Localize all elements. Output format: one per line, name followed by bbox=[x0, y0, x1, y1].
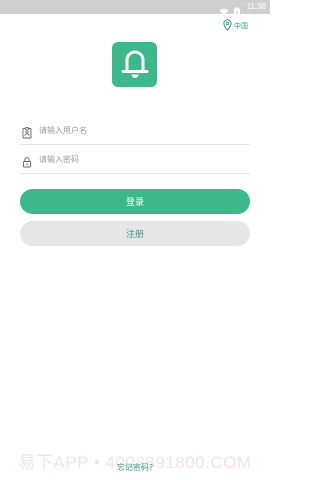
status-bar: 11:38 bbox=[0, 0, 270, 17]
status-time: 11:38 bbox=[246, 2, 266, 11]
wifi-icon bbox=[219, 2, 229, 16]
region-label: 中国 bbox=[234, 21, 248, 30]
lock-icon bbox=[21, 153, 33, 168]
app-logo bbox=[112, 42, 157, 87]
location-pin-icon bbox=[223, 16, 232, 35]
forgot-password-link[interactable]: 忘记密码? bbox=[0, 462, 270, 473]
login-button[interactable]: 登录 bbox=[20, 189, 250, 214]
password-input[interactable] bbox=[39, 149, 239, 169]
username-input[interactable] bbox=[39, 120, 239, 140]
username-field bbox=[20, 116, 250, 145]
user-card-icon bbox=[21, 124, 33, 139]
register-button[interactable]: 注册 bbox=[20, 221, 250, 246]
region-selector[interactable]: 中国 bbox=[223, 16, 248, 35]
password-field bbox=[20, 145, 250, 174]
battery-charging-icon bbox=[232, 2, 242, 17]
bell-icon bbox=[120, 47, 150, 83]
